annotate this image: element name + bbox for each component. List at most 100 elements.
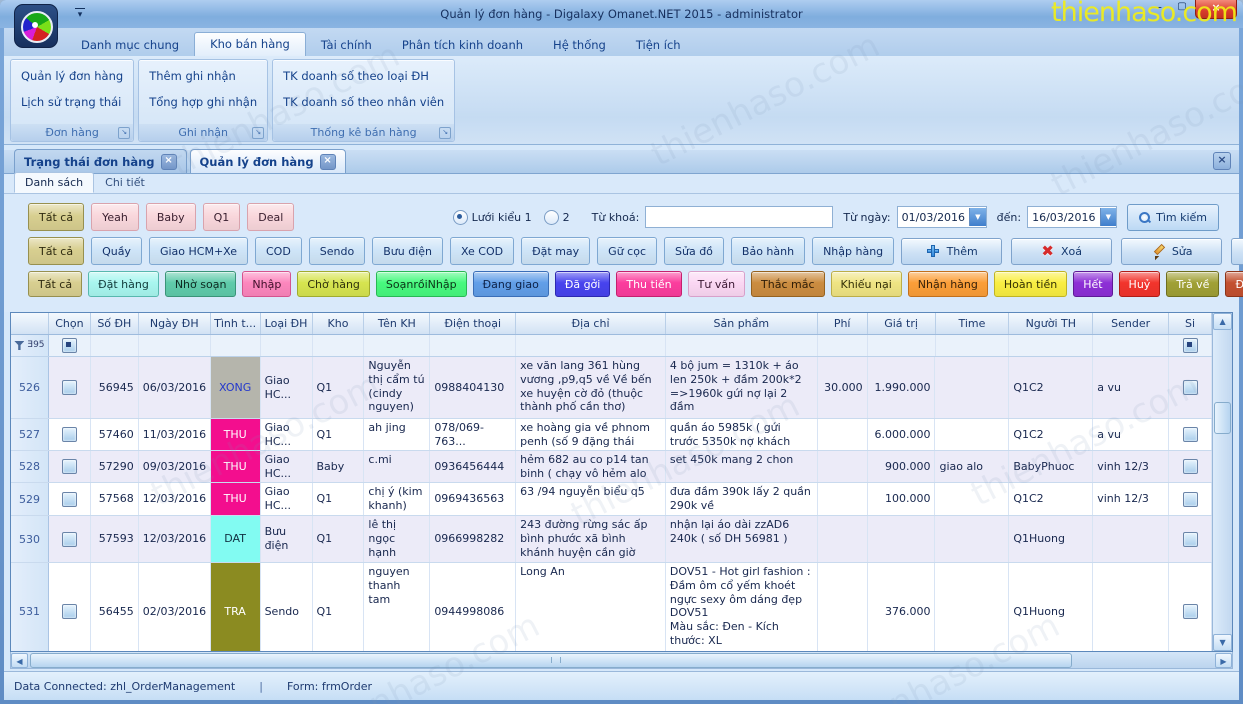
- filter-button-nho-soan[interactable]: Nhờ soạn: [165, 271, 237, 297]
- filter-cell[interactable]: [666, 335, 818, 356]
- filter-button-hoan-tien[interactable]: Hoàn tiền: [994, 271, 1067, 297]
- vertical-scroll-thumb[interactable]: [1214, 402, 1231, 434]
- column-header-chon[interactable]: Chọn: [49, 313, 91, 334]
- ribbon-item-tong-hop-ghi-nhan[interactable]: Tổng hợp ghi nhận: [145, 89, 261, 115]
- filter-cell[interactable]: [868, 335, 936, 356]
- filter-button-nhap-hang[interactable]: Nhập hàng: [812, 237, 894, 265]
- ribbon-item-tk-doanh-so-theo-nhan-vien[interactable]: TK doanh số theo nhân viên: [279, 89, 448, 115]
- filter-button-dat-hang-lai[interactable]: Đặt hàng lại: [1225, 271, 1243, 297]
- search-button[interactable]: Tìm kiếm: [1127, 204, 1219, 231]
- filter-button-bao-hanh[interactable]: Bảo hành: [731, 237, 805, 265]
- column-header-ngay-dh[interactable]: Ngày ĐH: [139, 313, 211, 334]
- filter-cell[interactable]: [430, 335, 516, 356]
- ribbon-item-lich-su-trang-thai[interactable]: Lịch sử trạng thái: [17, 89, 127, 115]
- filter-cell[interactable]: [364, 335, 430, 356]
- view-tab-danh-sach[interactable]: Danh sách: [14, 172, 94, 193]
- filter-button-dang-giao[interactable]: Đang giao: [473, 271, 549, 297]
- scroll-up-icon[interactable]: ▲: [1213, 313, 1232, 330]
- column-header-so-dh[interactable]: Số ĐH: [91, 313, 139, 334]
- checkbox[interactable]: [1183, 604, 1198, 619]
- checkbox[interactable]: [62, 532, 77, 547]
- filter-button-thac-mac[interactable]: Thắc mắc: [751, 271, 824, 297]
- column-header-time[interactable]: Time: [936, 313, 1010, 334]
- checkbox[interactable]: [1183, 492, 1198, 507]
- chevron-down-icon[interactable]: ▼: [969, 208, 986, 226]
- delete-button[interactable]: ✖Xoá: [1011, 238, 1112, 265]
- filter-cell[interactable]: [1093, 335, 1169, 356]
- filter-cell[interactable]: [818, 335, 868, 356]
- filter-button-nhap[interactable]: Nhập: [242, 271, 291, 297]
- document-tab-trang-thai-don-hang[interactable]: Trạng thái đơn hàng×: [14, 149, 187, 173]
- filter-button-sendo[interactable]: Sendo: [309, 237, 365, 265]
- column-header-phi[interactable]: Phí: [818, 313, 868, 334]
- checkbox[interactable]: [62, 459, 77, 474]
- checkbox[interactable]: [62, 604, 77, 619]
- filter-cell[interactable]: [139, 335, 211, 356]
- filter-button-tu-van[interactable]: Tư vấn: [688, 271, 745, 297]
- filter-button-da-goi[interactable]: Đã gởi: [555, 271, 611, 297]
- update-button[interactable]: Cập nhật: [1231, 238, 1243, 265]
- filter-button-het[interactable]: Hết: [1073, 271, 1112, 297]
- checkbox[interactable]: [62, 380, 77, 395]
- ribbon-tab-tai-chinh[interactable]: Tài chính: [306, 34, 387, 56]
- filter-button-buu-dien[interactable]: Bưu điện: [372, 237, 443, 265]
- checkbox[interactable]: [1183, 338, 1198, 353]
- column-header-loai-dh[interactable]: Loại ĐH: [261, 313, 313, 334]
- grid-style-1-radio[interactable]: Lưới kiểu 1: [453, 210, 532, 225]
- column-header-dia-chi[interactable]: Địa chỉ: [516, 313, 666, 334]
- add-button[interactable]: Thêm: [901, 238, 1002, 265]
- to-date-picker[interactable]: 16/03/2016▼: [1027, 206, 1117, 228]
- filter-cell[interactable]: [261, 335, 313, 356]
- document-close-icon[interactable]: ×: [1213, 152, 1231, 170]
- table-row[interactable]: 5305759312/03/2016DATBưu điệnQ1lê thị ng…: [11, 516, 1212, 563]
- ribbon-tab-tien-ich[interactable]: Tiện ích: [621, 34, 696, 56]
- close-button[interactable]: ×: [1195, 0, 1237, 19]
- filter-button-tra-ve[interactable]: Trả về: [1166, 271, 1219, 297]
- column-header-dien-thoai[interactable]: Điện thoại: [430, 313, 516, 334]
- filter-button-baby[interactable]: Baby: [146, 203, 196, 231]
- column-header-indicator[interactable]: [11, 313, 49, 334]
- checkbox[interactable]: [62, 427, 77, 442]
- filter-cell[interactable]: [1009, 335, 1093, 356]
- filter-button-tat-ca[interactable]: Tất cả: [28, 237, 84, 265]
- filter-cell[interactable]: [91, 335, 139, 356]
- column-header-sender[interactable]: Sender: [1093, 313, 1169, 334]
- checkbox[interactable]: [1183, 380, 1198, 395]
- ribbon-item-quan-ly-don-hang[interactable]: Quản lý đơn hàng: [17, 63, 127, 89]
- filter-button-cod[interactable]: COD: [255, 237, 302, 265]
- chevron-down-icon[interactable]: ▼: [1100, 208, 1117, 226]
- minimize-button[interactable]: —: [1143, 0, 1169, 16]
- column-header-tinh-t[interactable]: Tình t...: [211, 313, 261, 334]
- scroll-down-icon[interactable]: ▼: [1213, 634, 1232, 651]
- maximize-button[interactable]: ▢: [1169, 0, 1195, 16]
- scroll-left-icon[interactable]: ◀: [11, 653, 28, 668]
- edit-button[interactable]: Sửa: [1121, 238, 1222, 265]
- checkbox[interactable]: [1183, 459, 1198, 474]
- filter-cell[interactable]: [936, 335, 1010, 356]
- close-icon[interactable]: ×: [161, 154, 177, 170]
- filter-button-thu-tien[interactable]: Thu tiền: [616, 271, 681, 297]
- column-header-kho[interactable]: Kho: [313, 313, 365, 334]
- column-header-san-pham[interactable]: Sản phẩm: [666, 313, 818, 334]
- close-icon[interactable]: ×: [320, 154, 336, 170]
- ribbon-item-them-ghi-nhan[interactable]: Thêm ghi nhận: [145, 63, 261, 89]
- filter-button-dat-may[interactable]: Đặt may: [521, 237, 590, 265]
- table-row[interactable]: 5315645502/03/2016TRASendoQ1nguyen thanh…: [11, 563, 1212, 651]
- column-header-gia-tri[interactable]: Giá trị: [868, 313, 936, 334]
- filter-cell[interactable]: Ǝ95: [11, 335, 49, 356]
- checkbox[interactable]: [1183, 427, 1198, 442]
- quick-access-dropdown-icon[interactable]: ▾: [72, 5, 88, 19]
- ribbon-tab-he-thong[interactable]: Hệ thống: [538, 34, 621, 56]
- checkbox[interactable]: [1183, 532, 1198, 547]
- filter-button-q1[interactable]: Q1: [203, 203, 241, 231]
- column-header-ten-kh[interactable]: Tên KH: [364, 313, 430, 334]
- filter-cell[interactable]: [211, 335, 261, 356]
- ribbon-tab-danh-muc-chung[interactable]: Danh mục chung: [66, 34, 194, 56]
- filter-button-xe-cod[interactable]: Xe COD: [450, 237, 514, 265]
- app-logo-icon[interactable]: [14, 4, 58, 48]
- filter-button-khieu-nai[interactable]: Khiếu nại: [831, 271, 902, 297]
- filter-button-quay[interactable]: Quầy: [91, 237, 142, 265]
- scroll-right-icon[interactable]: ▶: [1215, 653, 1232, 668]
- checkbox[interactable]: [62, 492, 77, 507]
- vertical-scrollbar[interactable]: ▲ ▼: [1212, 313, 1232, 651]
